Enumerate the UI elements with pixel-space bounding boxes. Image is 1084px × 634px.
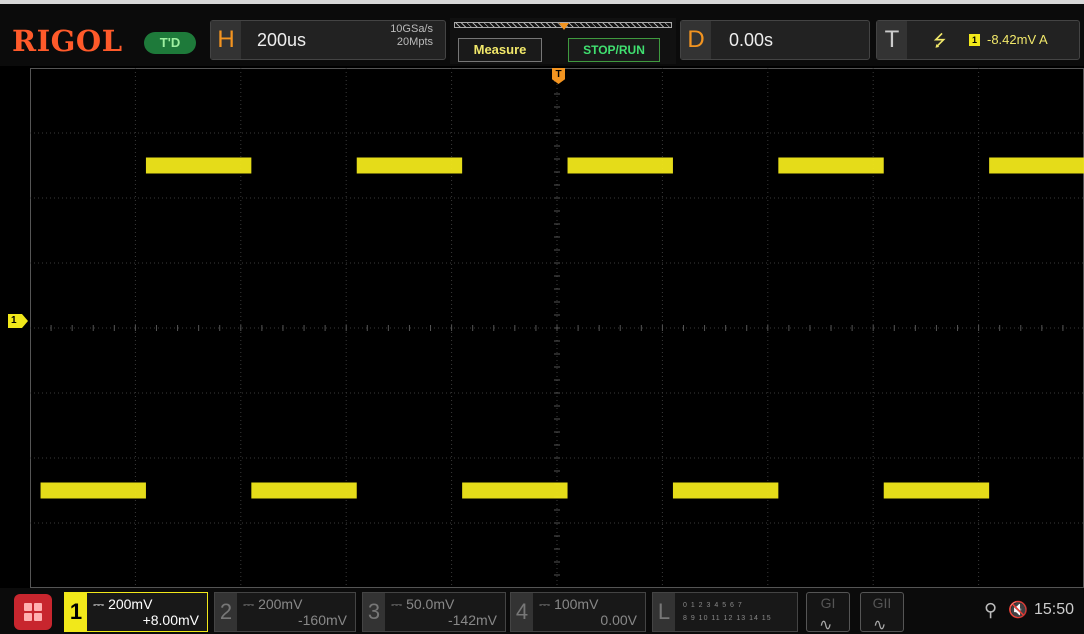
waveform-high-segment xyxy=(567,157,673,174)
waveform-high-segment xyxy=(989,157,1084,174)
generator-1-button[interactable]: GI ∿ xyxy=(806,592,850,634)
brand-logo: RIGOL xyxy=(12,24,123,58)
channel-3-panel[interactable]: 3 ⎓ 50.0mV -142mV xyxy=(362,592,506,632)
logic-analyzer-panel[interactable]: L 0 1 2 3 4 5 6 7 8 9 10 11 12 13 14 15 xyxy=(652,592,798,632)
logic-channels-high: 8 9 10 11 12 13 14 15 xyxy=(683,615,772,622)
memory-position-ruler[interactable] xyxy=(454,22,672,30)
trigger-panel[interactable]: T ⭍ 1 -8.42mV A xyxy=(876,20,1080,60)
logic-letter: L xyxy=(653,593,675,631)
timebase-value: 200us xyxy=(257,30,307,50)
dc-coupling-icon: ⎓ xyxy=(93,596,105,612)
delay-panel[interactable]: D 0.00s xyxy=(680,20,870,60)
generator-label: GII xyxy=(872,595,892,611)
trigger-source-badge: 1 xyxy=(969,34,980,46)
menu-grid-icon xyxy=(24,603,32,611)
channel-2-panel[interactable]: 2 ⎓ 200mV -160mV xyxy=(214,592,356,632)
usb-icon: ⚲ xyxy=(984,600,998,620)
waveform-high-segment xyxy=(778,157,884,174)
trigger-letter: T xyxy=(877,21,907,59)
trigger-position-marker-icon xyxy=(559,23,569,30)
trigger-level: -8.42mV A xyxy=(987,32,1048,47)
delay-value: 0.00s xyxy=(729,30,774,50)
horizontal-letter: H xyxy=(211,21,241,59)
waveform-low-segment xyxy=(462,482,568,499)
channel-number: 3 xyxy=(363,593,385,631)
dc-coupling-icon: ⎓ xyxy=(243,596,255,612)
delay-letter: D xyxy=(681,21,711,59)
horizontal-timebase-panel[interactable]: H 200us 10GSa/s 20Mpts xyxy=(210,20,446,60)
waveform-low-segment xyxy=(251,482,357,499)
dc-coupling-icon: ⎓ xyxy=(391,596,403,612)
channel-1-panel[interactable]: 1 ⎓ 200mV +8.00mV xyxy=(64,592,208,632)
system-clock: 15:50 xyxy=(1034,601,1075,618)
generator-label: GI xyxy=(820,595,836,611)
channel-scale: ⎓ 200mV xyxy=(243,596,303,612)
channel-number: 2 xyxy=(215,593,237,631)
stop-run-button[interactable]: STOP/RUN xyxy=(568,38,660,62)
dc-coupling-icon: ⎓ xyxy=(539,596,551,612)
sample-rate: 10GSa/s xyxy=(390,23,433,35)
waveform-high-segment xyxy=(356,157,463,174)
main-menu-button[interactable] xyxy=(14,594,52,630)
sine-wave-icon: ∿ xyxy=(873,617,887,634)
waveform-display[interactable] xyxy=(30,68,1084,588)
waveform-low-segment xyxy=(883,482,990,499)
rising-edge-icon: ⭍ xyxy=(933,33,947,50)
channel-number: 1 xyxy=(65,593,87,631)
graticule xyxy=(30,68,1084,588)
channel-scale: ⎓ 100mV xyxy=(539,596,599,612)
measure-button[interactable]: Measure xyxy=(458,38,542,62)
channel-number: 4 xyxy=(511,593,533,631)
top-status-bar: RIGOL T'D H 200us 10GSa/s 20Mpts Measure… xyxy=(0,0,1084,66)
center-controls: Measure STOP/RUN xyxy=(450,18,676,64)
waveform-low-segment xyxy=(672,482,779,499)
run-state-badge[interactable]: T'D xyxy=(144,32,196,54)
channel-offset: -160mV xyxy=(297,612,347,628)
sample-rate-info: 10GSa/s 20Mpts xyxy=(390,23,433,49)
channel-offset: +8.00mV xyxy=(142,612,199,628)
sine-wave-icon: ∿ xyxy=(819,617,833,634)
logic-channels-low: 0 1 2 3 4 5 6 7 xyxy=(683,602,743,609)
speaker-mute-icon[interactable]: 🔇 xyxy=(1008,600,1028,620)
waveform-high-segment xyxy=(145,157,252,174)
channel-offset: -142mV xyxy=(447,612,497,628)
channel1-offset-marker[interactable]: 1 xyxy=(8,314,28,328)
waveform-low-segment xyxy=(40,482,146,499)
channel-scale: ⎓ 50.0mV xyxy=(391,596,455,612)
memory-depth: 20Mpts xyxy=(396,36,433,48)
bottom-channel-bar: 1 ⎓ 200mV +8.00mV 2 ⎓ 200mV -160mV 3 ⎓ 5… xyxy=(0,588,1084,634)
channel-4-panel[interactable]: 4 ⎓ 100mV 0.00V xyxy=(510,592,646,632)
channel-scale: ⎓ 200mV xyxy=(93,596,153,612)
generator-2-button[interactable]: GII ∿ xyxy=(860,592,904,634)
channel-offset: 0.00V xyxy=(600,612,637,628)
